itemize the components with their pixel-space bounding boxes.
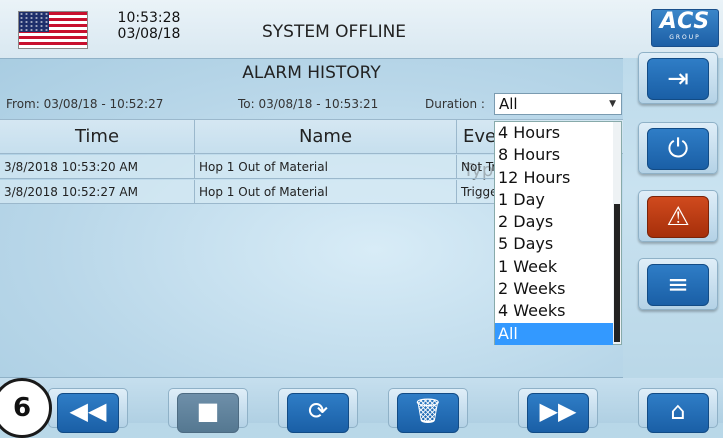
duration-option[interactable]: 5 Days	[495, 233, 613, 255]
rewind-icon: ◀◀	[57, 393, 119, 433]
refresh-button[interactable]: ⟳	[278, 388, 358, 433]
duration-option[interactable]: 8 Hours	[495, 144, 613, 166]
home-icon: ⌂	[647, 393, 709, 433]
stop-icon: ■	[177, 393, 239, 433]
refresh-icon: ⟳	[287, 393, 349, 433]
fast-forward-icon: ▶▶	[527, 393, 589, 433]
warning-icon: ⚠	[647, 196, 709, 238]
duration-select[interactable]: All ▼	[494, 93, 622, 115]
from-range: From: 03/08/18 - 10:52:27	[6, 97, 164, 111]
alarm-button[interactable]: ⚠	[638, 190, 718, 242]
duration-label: Duration :	[425, 97, 485, 111]
to-range: To: 03/08/18 - 10:53:21	[238, 97, 379, 111]
power-icon: ⏻	[647, 128, 709, 170]
acs-logo: ACS GROUP	[651, 9, 719, 47]
chevron-down-icon: ▼	[609, 99, 616, 109]
home-button[interactable]: ⌂	[638, 388, 718, 433]
stop-button[interactable]: ■	[168, 388, 248, 433]
trash-icon: 🗑	[397, 393, 459, 433]
menu-button[interactable]: ≡	[638, 258, 718, 310]
clock-time: 10:53:28	[117, 10, 181, 26]
duration-option[interactable]: 4 Weeks	[495, 300, 613, 322]
scrollbar-thumb[interactable]	[614, 204, 620, 342]
duration-option[interactable]: 2 Weeks	[495, 278, 613, 300]
table-row[interactable]: 3/8/2018 10:53:20 AM Hop 1 Out of Materi…	[0, 155, 520, 179]
power-button[interactable]: ⏻	[638, 122, 718, 174]
menu-icon: ≡	[647, 264, 709, 306]
fast-forward-button[interactable]: ▶▶	[518, 388, 598, 433]
clock-date: 03/08/18	[117, 26, 181, 42]
duration-option[interactable]: 12 Hours	[495, 167, 613, 189]
clock: 10:53:28 03/08/18	[110, 10, 188, 42]
top-bar: 10:53:28 03/08/18 SYSTEM OFFLINE ACS GRO…	[0, 0, 723, 58]
delete-button[interactable]: 🗑	[388, 388, 468, 433]
duration-option[interactable]: 1 Week	[495, 256, 613, 278]
duration-dropdown-list[interactable]: 4 Hours 8 Hours 12 Hours 1 Day 2 Days 5 …	[494, 121, 622, 345]
us-flag-icon[interactable]	[18, 11, 88, 49]
duration-option-selected[interactable]: All	[495, 322, 613, 345]
login-button[interactable]: ⇥	[638, 52, 718, 104]
column-header-name[interactable]: Name	[195, 120, 457, 154]
column-header-time[interactable]: Time	[0, 120, 195, 154]
duration-option[interactable]: 4 Hours	[495, 122, 613, 144]
page-title: ALARM HISTORY	[242, 63, 381, 83]
duration-option[interactable]: 2 Days	[495, 211, 613, 233]
table-row[interactable]: 3/8/2018 10:52:27 AM Hop 1 Out of Materi…	[0, 180, 520, 204]
rewind-button[interactable]: ◀◀	[48, 388, 128, 433]
duration-option[interactable]: 1 Day	[495, 189, 613, 211]
step-badge: 6	[0, 378, 52, 438]
dropdown-scrollbar[interactable]	[613, 122, 621, 344]
system-status: SYSTEM OFFLINE	[262, 22, 407, 42]
login-icon: ⇥	[647, 58, 709, 100]
